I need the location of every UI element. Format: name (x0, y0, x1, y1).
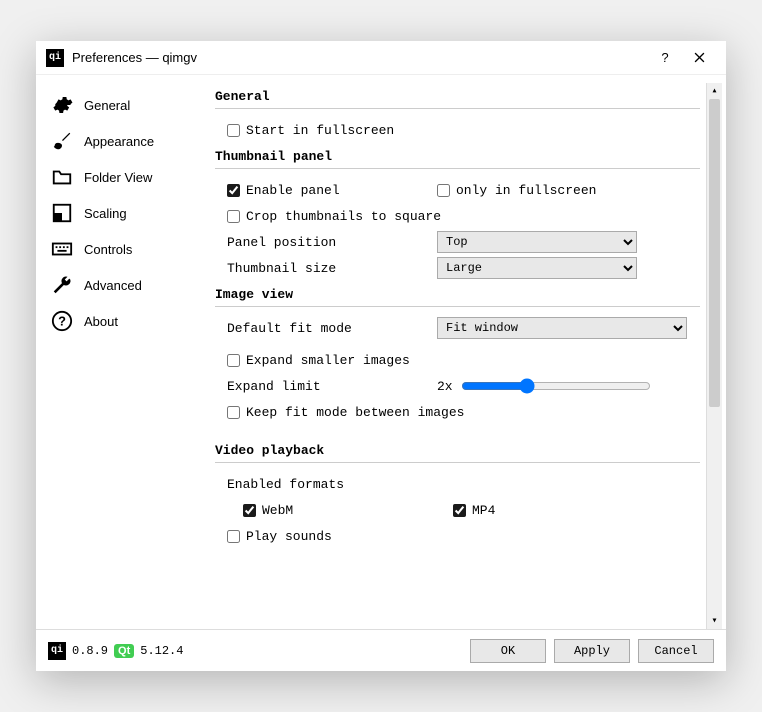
checkbox-label: Expand smaller images (246, 353, 410, 368)
thumbnail-size-label: Thumbnail size (227, 261, 437, 276)
ok-button[interactable]: OK (470, 639, 546, 663)
sidebar-item-advanced[interactable]: Advanced (44, 267, 211, 303)
thumbnail-size-select[interactable]: Large (437, 257, 637, 279)
sidebar-item-scaling[interactable]: Scaling (44, 195, 211, 231)
fit-mode-label: Default fit mode (227, 321, 437, 336)
help-icon: ? (50, 309, 74, 333)
scroll-thumb[interactable] (709, 99, 720, 407)
expand-smaller-checkbox[interactable]: Expand smaller images (227, 353, 410, 368)
start-fullscreen-checkbox[interactable]: Start in fullscreen (227, 123, 394, 138)
checkbox-label: only in fullscreen (456, 183, 596, 198)
scaling-icon (50, 201, 74, 225)
sidebar-item-about[interactable]: ? About (44, 303, 211, 339)
checkbox-label: MP4 (472, 503, 495, 518)
enable-panel-checkbox[interactable]: Enable panel (227, 183, 340, 198)
scroll-track[interactable] (707, 99, 722, 613)
webm-checkbox[interactable]: WebM (243, 503, 293, 518)
apply-button[interactable]: Apply (554, 639, 630, 663)
vertical-scrollbar[interactable]: ▴ ▾ (706, 83, 722, 629)
qt-logo-icon: Qt (114, 644, 134, 658)
sidebar-item-label: About (84, 314, 118, 329)
sidebar-item-label: Scaling (84, 206, 127, 221)
sidebar-item-controls[interactable]: Controls (44, 231, 211, 267)
mp4-checkbox[interactable]: MP4 (453, 503, 495, 518)
expand-limit-value: 2x (437, 379, 453, 394)
expand-limit-slider[interactable] (461, 378, 651, 394)
help-button[interactable]: ? (648, 43, 682, 73)
scroll-up-icon[interactable]: ▴ (707, 83, 722, 99)
app-logo-icon: qi (48, 642, 66, 660)
footer: qi 0.8.9 Qt 5.12.4 OK Apply Cancel (36, 629, 726, 671)
sidebar-item-label: Folder View (84, 170, 152, 185)
sidebar-item-label: Controls (84, 242, 132, 257)
section-thumbnail-title: Thumbnail panel (215, 143, 700, 169)
cancel-button[interactable]: Cancel (638, 639, 714, 663)
gear-icon (50, 93, 74, 117)
expand-limit-label: Expand limit (227, 379, 437, 394)
checkbox-label: Crop thumbnails to square (246, 209, 441, 224)
scroll-area: General Start in fullscreen Thumbnail pa… (215, 83, 706, 629)
scroll-down-icon[interactable]: ▾ (707, 613, 722, 629)
wrench-icon (50, 273, 74, 297)
fit-mode-select[interactable]: Fit window (437, 317, 687, 339)
preferences-window: qi Preferences — qimgv ? General Appeara… (36, 41, 726, 671)
content-area: General Start in fullscreen Thumbnail pa… (211, 75, 726, 629)
app-version: 0.8.9 (72, 644, 108, 658)
app-icon: qi (46, 49, 64, 67)
panel-position-select[interactable]: Top (437, 231, 637, 253)
keyboard-icon (50, 237, 74, 261)
sidebar-item-general[interactable]: General (44, 87, 211, 123)
svg-text:?: ? (58, 314, 66, 329)
sidebar-item-label: General (84, 98, 130, 113)
checkbox-label: Enable panel (246, 183, 340, 198)
folder-icon (50, 165, 74, 189)
close-button[interactable] (682, 43, 716, 73)
section-general-title: General (215, 83, 700, 109)
window-title: Preferences — qimgv (72, 50, 648, 65)
play-sounds-checkbox[interactable]: Play sounds (227, 529, 332, 544)
brush-icon (50, 129, 74, 153)
checkbox-label: WebM (262, 503, 293, 518)
version-info: qi 0.8.9 Qt 5.12.4 (48, 642, 183, 660)
panel-position-label: Panel position (227, 235, 437, 250)
enabled-formats-label: Enabled formats (227, 477, 344, 492)
crop-thumbnails-checkbox[interactable]: Crop thumbnails to square (227, 209, 441, 224)
section-video-title: Video playback (215, 437, 700, 463)
sidebar-item-label: Advanced (84, 278, 142, 293)
checkbox-label: Keep fit mode between images (246, 405, 464, 420)
qt-version: 5.12.4 (140, 644, 183, 658)
sidebar: General Appearance Folder View Scaling (36, 75, 211, 629)
sidebar-item-label: Appearance (84, 134, 154, 149)
sidebar-item-appearance[interactable]: Appearance (44, 123, 211, 159)
close-icon (694, 52, 705, 63)
checkbox-label: Play sounds (246, 529, 332, 544)
keep-fit-checkbox[interactable]: Keep fit mode between images (227, 405, 464, 420)
dialog-body: General Appearance Folder View Scaling (36, 75, 726, 629)
titlebar: qi Preferences — qimgv ? (36, 41, 726, 75)
sidebar-item-folder-view[interactable]: Folder View (44, 159, 211, 195)
section-imageview-title: Image view (215, 281, 700, 307)
only-fullscreen-checkbox[interactable]: only in fullscreen (437, 183, 596, 198)
checkbox-label: Start in fullscreen (246, 123, 394, 138)
